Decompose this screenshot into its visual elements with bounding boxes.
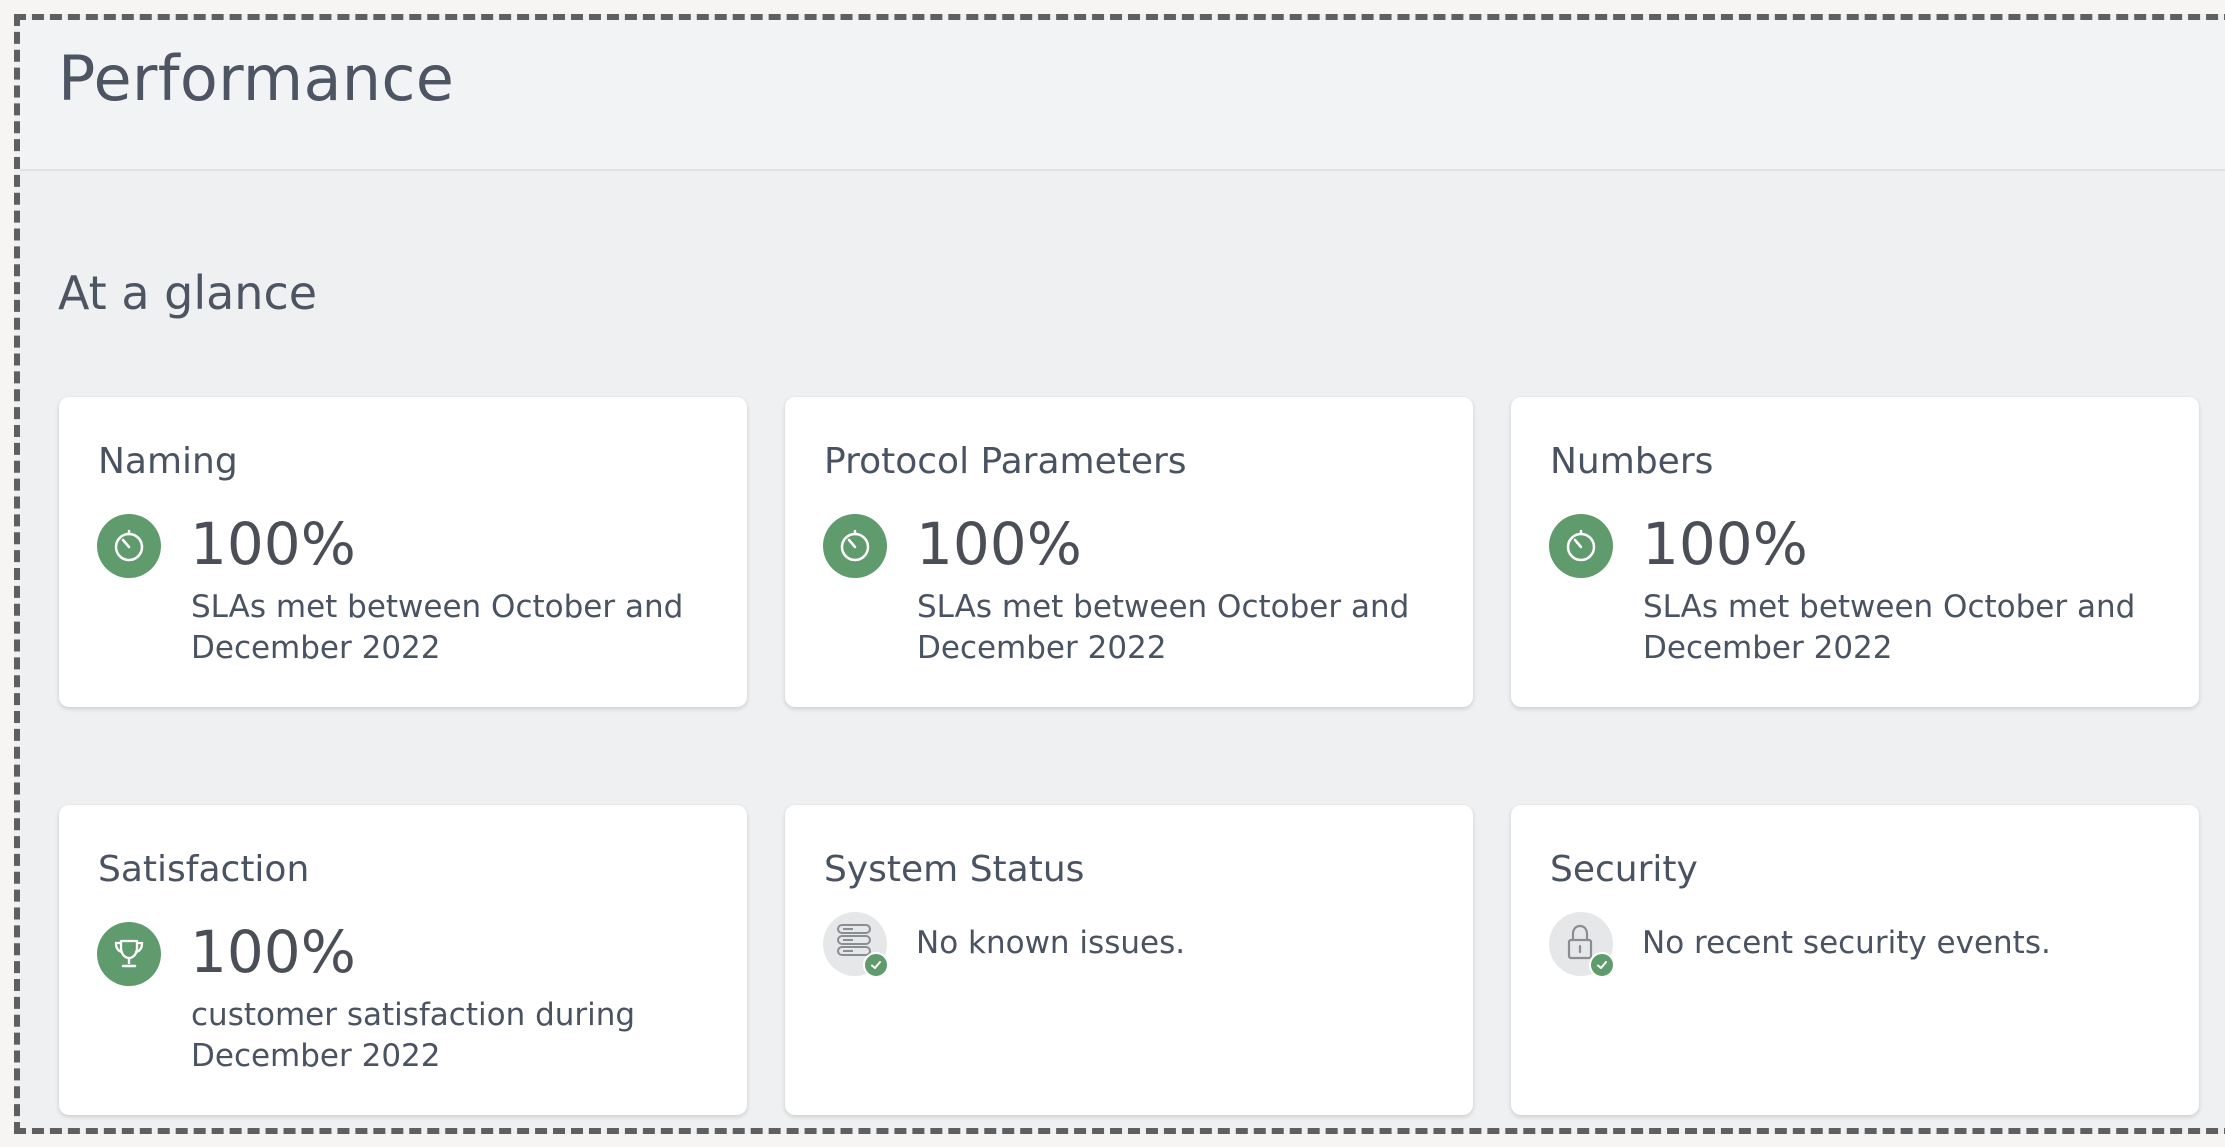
trophy-icon [97,922,161,986]
check-icon [863,952,889,978]
system-status-text: No known issues. [916,925,1186,961]
card-title: Satisfaction [98,849,310,890]
card-title: Naming [98,441,238,482]
lock-check-icon [1549,912,1615,978]
security-card[interactable]: Security No recent security events. [1511,805,2199,1115]
section-title: At a glance [58,266,318,320]
sla-percentage: 100% [916,510,1082,578]
page-title: Performance [58,42,455,115]
system-status-card[interactable]: System Status No known issues. [785,805,1473,1115]
sla-percentage: 100% [190,510,356,578]
protocol-parameters-card[interactable]: Protocol Parameters 100% SLAs met betwee… [785,397,1473,707]
server-check-icon [823,912,889,978]
stopwatch-icon [97,514,161,578]
naming-card[interactable]: Naming 100% SLAs met between October and… [59,397,747,707]
card-title: Security [1550,849,1698,890]
security-status-text: No recent security events. [1642,925,2051,961]
sla-description: SLAs met between October and December 20… [917,589,1410,666]
satisfaction-description: customer satisfaction during December 20… [191,997,636,1074]
satisfaction-percentage: 100% [190,918,356,986]
stopwatch-icon [823,514,887,578]
satisfaction-card[interactable]: Satisfaction 100% customer satisfaction … [59,805,747,1115]
dashboard-frame: Performance At a glance Naming 100% SLAs… [14,14,2225,1134]
sla-description: SLAs met between October and December 20… [1643,589,2136,666]
page-header: Performance [20,20,2225,171]
sla-percentage: 100% [1642,510,1808,578]
sla-description: SLAs met between October and December 20… [191,589,684,666]
card-title: Protocol Parameters [824,441,1187,482]
numbers-card[interactable]: Numbers 100% SLAs met between October an… [1511,397,2199,707]
stopwatch-icon [1549,514,1613,578]
card-title: System Status [824,849,1085,890]
check-icon [1589,952,1615,978]
card-title: Numbers [1550,441,1714,482]
